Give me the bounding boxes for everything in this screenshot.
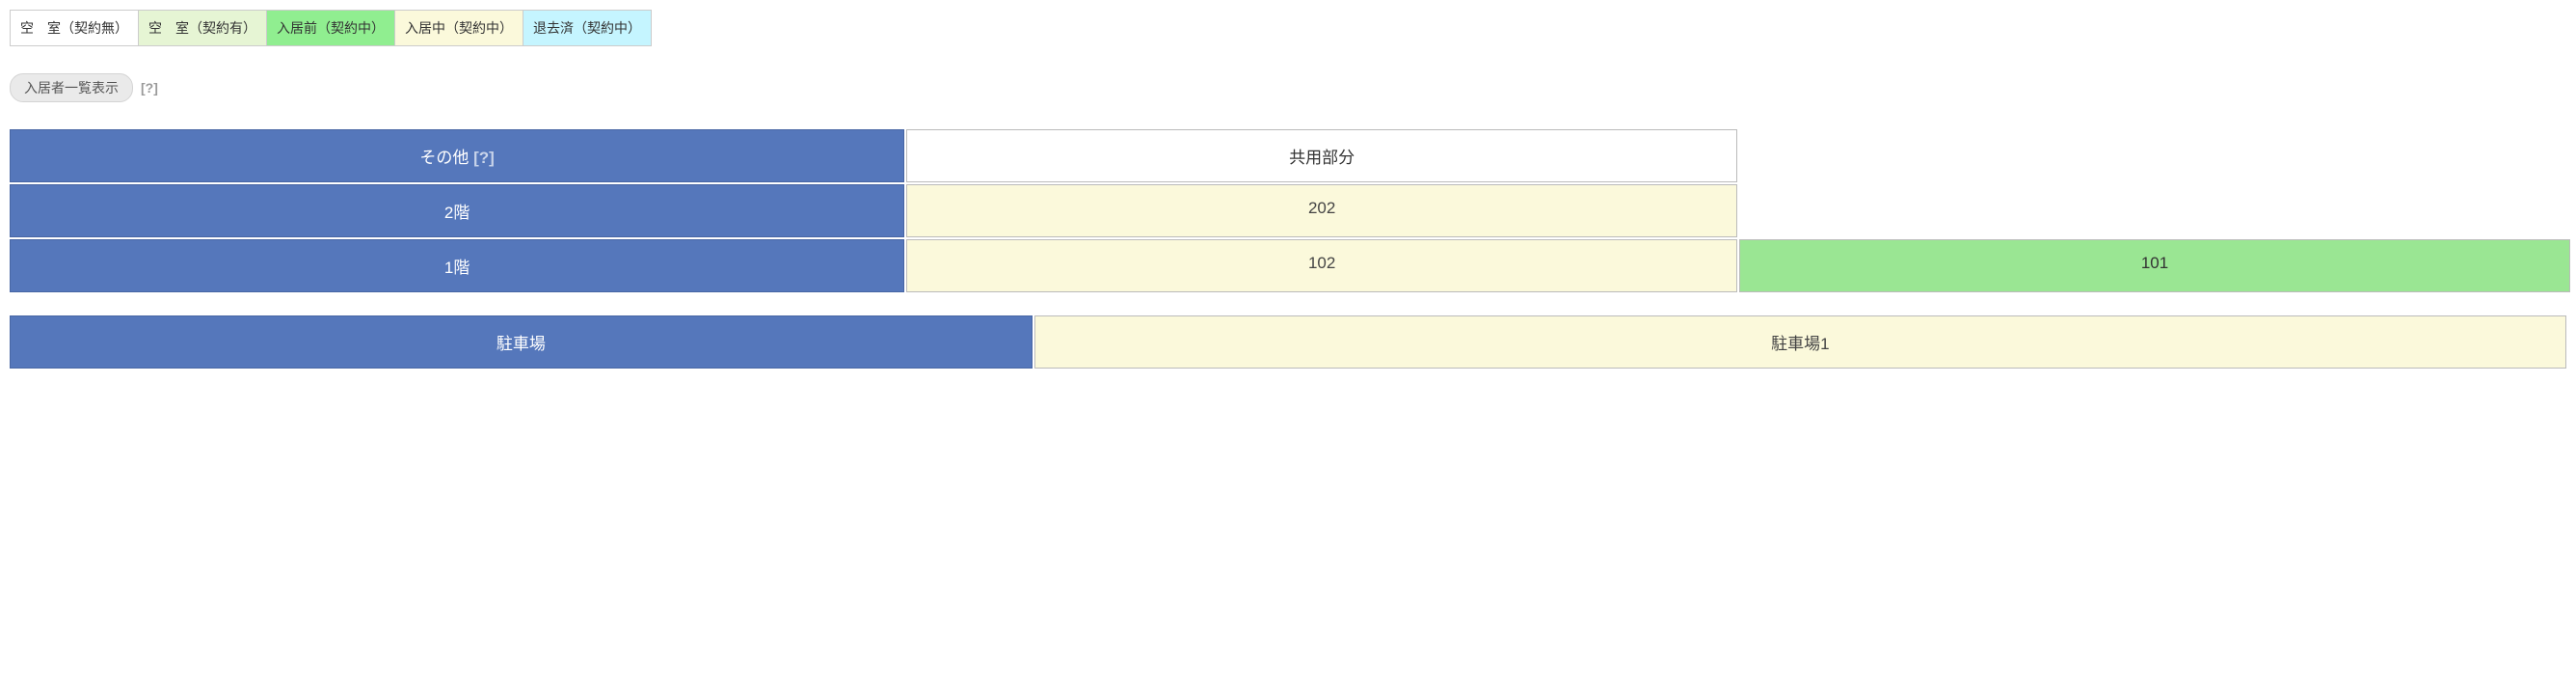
status-legend: 空 室（契約無） 空 室（契約有） 入居前（契約中） 入居中（契約中） 退去済（… — [10, 10, 652, 46]
floor-header-1f: 1階 — [10, 239, 904, 292]
legend-vacant-no-contract: 空 室（契約無） — [11, 11, 139, 45]
legend-moved-out: 退去済（契約中） — [523, 11, 651, 45]
building-grid: その他 [?] 共用部分 2階 202 1階 102 101 — [10, 129, 2566, 292]
tenant-list-button[interactable]: 入居者一覧表示 — [10, 73, 133, 102]
building-row-1f: 1階 102 101 — [10, 239, 2566, 292]
floor-header-other: その他 [?] — [10, 129, 904, 182]
legend-pre-movein: 入居前（契約中） — [267, 11, 395, 45]
unit-101[interactable]: 101 — [1739, 239, 2570, 292]
legend-vacant-with-contract: 空 室（契約有） — [139, 11, 267, 45]
building-row-2f: 2階 202 — [10, 184, 2566, 237]
floor-header-2f: 2階 — [10, 184, 904, 237]
parking-grid: 駐車場 駐車場1 — [10, 315, 2566, 369]
unit-202[interactable]: 202 — [906, 184, 1737, 237]
other-label: その他 — [419, 149, 469, 167]
parking-slot-1[interactable]: 駐車場1 — [1034, 315, 2566, 369]
help-link[interactable]: [?] — [141, 80, 158, 96]
other-help-link[interactable]: [?] — [473, 149, 495, 167]
unit-102[interactable]: 102 — [906, 239, 1737, 292]
building-row-other: その他 [?] 共用部分 — [10, 129, 2566, 182]
action-row: 入居者一覧表示 [?] — [10, 73, 2566, 102]
parking-header: 駐車場 — [10, 315, 1033, 369]
legend-occupied: 入居中（契約中） — [395, 11, 523, 45]
shared-area-cell[interactable]: 共用部分 — [906, 129, 1737, 182]
parking-row: 駐車場 駐車場1 — [10, 315, 2566, 369]
